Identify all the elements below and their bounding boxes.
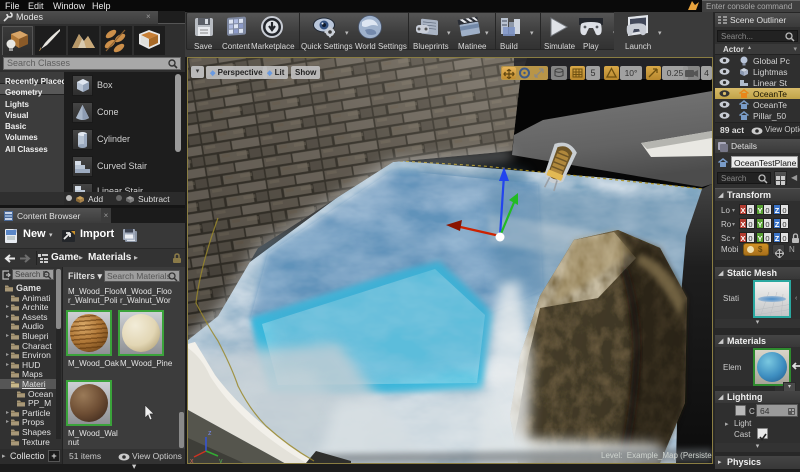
svg-text:Level: Example_Map (Persisten: Level: Example_Map (Persistent) [601, 451, 712, 460]
svg-text:y: y [219, 458, 223, 463]
svg-text:x: x [190, 458, 194, 463]
svg-text:z: z [208, 430, 212, 437]
